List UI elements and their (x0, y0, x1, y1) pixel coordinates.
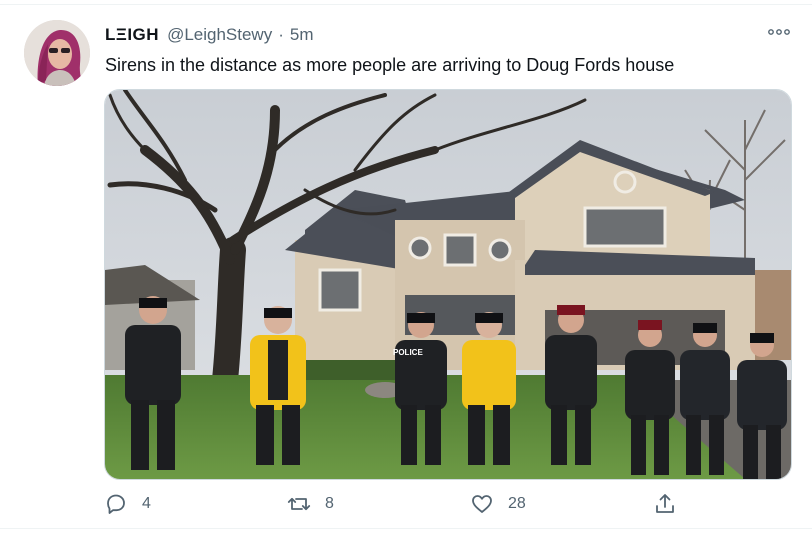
retweet-count: 8 (325, 495, 334, 512)
tweet-actions: 4 8 28 (104, 489, 704, 519)
author-display-name[interactable]: LΞIGH (105, 25, 159, 45)
tweet-text: Sirens in the distance as more people ar… (105, 55, 675, 75)
separator-dot: · (278, 25, 284, 44)
tweet-photo[interactable]: POLICE (104, 89, 792, 480)
reply-icon (107, 494, 125, 514)
avatar-image (24, 20, 90, 86)
share-button[interactable] (653, 489, 677, 519)
like-count: 28 (508, 495, 526, 512)
police-vest-text: POLICE (393, 348, 423, 357)
retweet-button[interactable]: 8 (287, 489, 334, 519)
avatar[interactable] (24, 20, 90, 86)
retweet-icon (287, 497, 311, 511)
share-icon (656, 494, 674, 513)
bottom-divider (0, 528, 812, 529)
tweet-card[interactable]: LΞIGH @LeighStewy · 5m Sirens in the dis… (0, 5, 812, 528)
tweet-header: LΞIGH @LeighStewy · 5m (105, 23, 792, 47)
heart-icon (472, 495, 492, 513)
reply-count: 4 (142, 495, 151, 512)
photo-police-line-house: POLICE (105, 90, 791, 479)
author-handle[interactable]: @LeighStewy (167, 25, 272, 45)
more-options-button[interactable] (766, 23, 792, 41)
like-button[interactable]: 28 (470, 489, 526, 519)
tweet-timestamp[interactable]: 5m (290, 25, 314, 45)
reply-button[interactable]: 4 (104, 489, 151, 519)
more-horizontal-icon (768, 29, 790, 35)
